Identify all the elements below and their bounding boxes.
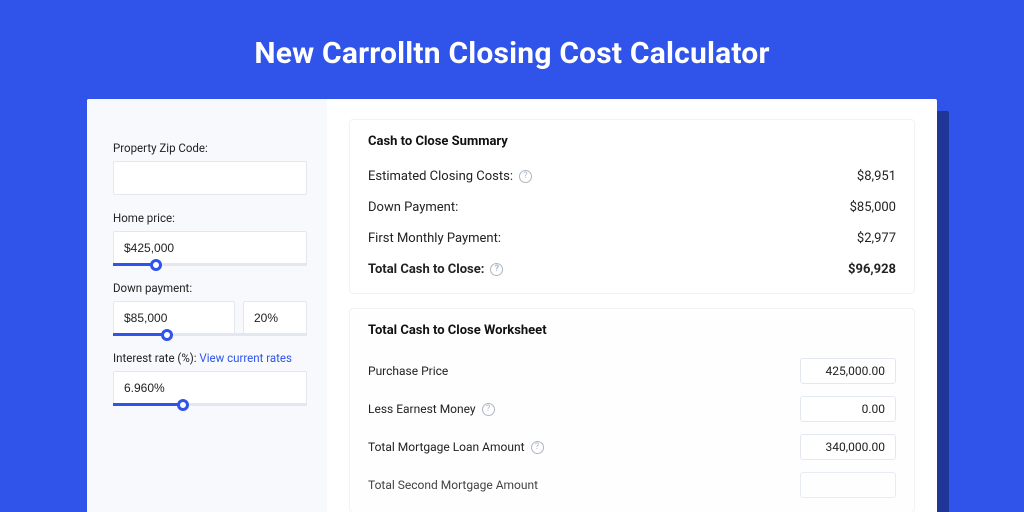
summary-row: Total Cash to Close:? $96,928 — [368, 254, 896, 285]
worksheet-row: Less Earnest Money? 0.00 — [368, 390, 896, 428]
interest-input[interactable] — [113, 371, 307, 405]
summary-row-label-text: First Monthly Payment: — [368, 231, 501, 246]
interest-label: Interest rate (%): View current rates — [113, 351, 307, 365]
summary-row-label-text: Down Payment: — [368, 200, 458, 215]
down-payment-label: Down payment: — [113, 281, 307, 295]
results-panel: Cash to Close Summary Estimated Closing … — [327, 99, 937, 512]
current-rates-link[interactable]: View current rates — [199, 351, 292, 365]
down-payment-field-group: Down payment: — [113, 281, 307, 335]
home-price-field-group: Home price: — [113, 211, 307, 265]
help-icon[interactable]: ? — [482, 403, 495, 416]
slider-thumb[interactable] — [161, 329, 173, 341]
summary-row-value: $85,000 — [850, 200, 896, 215]
summary-title: Cash to Close Summary — [368, 134, 896, 149]
worksheet-row-label: Total Second Mortgage Amount — [368, 478, 538, 492]
interest-label-text: Interest rate (%): — [113, 351, 199, 365]
worksheet-row: Total Second Mortgage Amount — [368, 466, 896, 504]
worksheet-row-value[interactable] — [800, 472, 896, 498]
summary-block: Cash to Close Summary Estimated Closing … — [349, 119, 915, 294]
worksheet-row-label-text: Purchase Price — [368, 364, 448, 378]
summary-row-value: $2,977 — [857, 231, 896, 246]
help-icon[interactable]: ? — [531, 441, 544, 454]
zip-label: Property Zip Code: — [113, 141, 307, 155]
worksheet-row-label-text: Total Mortgage Loan Amount — [368, 440, 525, 454]
down-payment-slider[interactable] — [113, 301, 307, 335]
slider-fill — [113, 403, 183, 406]
worksheet-row-label-text: Less Earnest Money — [368, 402, 476, 416]
down-payment-input[interactable] — [113, 301, 235, 335]
summary-row: Estimated Closing Costs:? $8,951 — [368, 161, 896, 192]
help-icon[interactable]: ? — [490, 263, 503, 276]
summary-row-label: Total Cash to Close:? — [368, 262, 503, 277]
zip-input[interactable] — [113, 161, 307, 195]
worksheet-row-value[interactable]: 340,000.00 — [800, 434, 896, 460]
interest-slider[interactable] — [113, 371, 307, 405]
worksheet-row-label-text: Total Second Mortgage Amount — [368, 478, 538, 492]
summary-row-label-text: Total Cash to Close: — [368, 262, 484, 277]
slider-thumb[interactable] — [150, 259, 162, 271]
worksheet-title: Total Cash to Close Worksheet — [368, 323, 896, 338]
summary-row: Down Payment: $85,000 — [368, 192, 896, 223]
home-price-slider[interactable] — [113, 231, 307, 265]
worksheet-block: Total Cash to Close Worksheet Purchase P… — [349, 308, 915, 512]
slider-fill — [113, 333, 167, 336]
inputs-panel: Property Zip Code: Home price: Down paym… — [87, 99, 327, 512]
worksheet-row-label: Purchase Price — [368, 364, 448, 378]
interest-field-group: Interest rate (%): View current rates — [113, 351, 307, 405]
worksheet-row: Purchase Price 425,000.00 — [368, 352, 896, 390]
worksheet-row: Total Mortgage Loan Amount? 340,000.00 — [368, 428, 896, 466]
worksheet-row-label: Total Mortgage Loan Amount? — [368, 440, 544, 454]
help-icon[interactable]: ? — [519, 170, 532, 183]
home-price-input[interactable] — [113, 231, 307, 265]
home-price-label: Home price: — [113, 211, 307, 225]
zip-field-group: Property Zip Code: — [113, 141, 307, 195]
summary-row-label: First Monthly Payment: — [368, 231, 501, 246]
summary-row-value: $8,951 — [857, 169, 896, 184]
worksheet-row-value[interactable]: 425,000.00 — [800, 358, 896, 384]
page-title: New Carrolltn Closing Cost Calculator — [0, 0, 1024, 99]
summary-row-label: Estimated Closing Costs:? — [368, 169, 532, 184]
summary-row-value: $96,928 — [848, 262, 896, 277]
calculator-card: Property Zip Code: Home price: Down paym… — [87, 99, 937, 512]
worksheet-row-value[interactable]: 0.00 — [800, 396, 896, 422]
summary-row: First Monthly Payment: $2,977 — [368, 223, 896, 254]
slider-thumb[interactable] — [177, 399, 189, 411]
summary-row-label: Down Payment: — [368, 200, 458, 215]
down-payment-pct-input[interactable] — [243, 301, 307, 335]
worksheet-row-label: Less Earnest Money? — [368, 402, 495, 416]
summary-row-label-text: Estimated Closing Costs: — [368, 169, 513, 184]
